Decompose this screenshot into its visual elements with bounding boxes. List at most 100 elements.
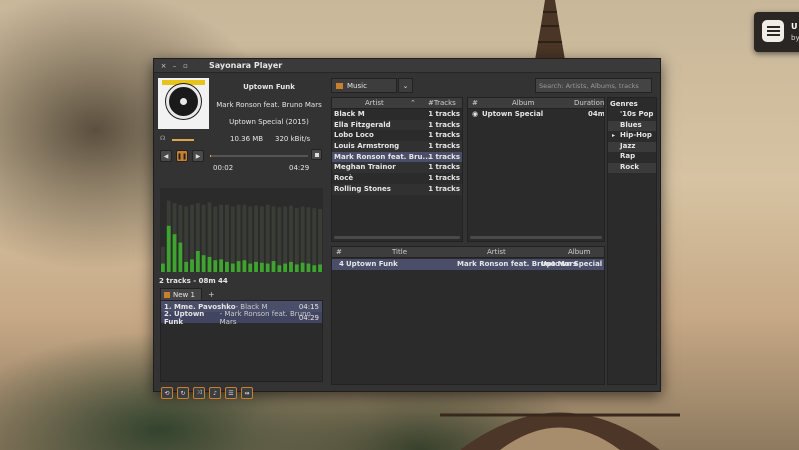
close-icon[interactable]: × (158, 62, 169, 70)
window-title: Sayonara Player (209, 61, 283, 70)
artist-row[interactable]: Lobo Loco 1 tracks (332, 130, 462, 141)
add-playlist-button[interactable]: + (208, 290, 215, 299)
artist-row[interactable]: Rocè 1 tracks (332, 173, 462, 184)
album-column-header[interactable]: Album (512, 99, 534, 107)
repeat-all-button[interactable]: ↻ (177, 387, 189, 399)
track-album: Uptown Special (541, 260, 603, 268)
artist-column-header[interactable]: Artist (365, 99, 384, 107)
repeat-all-icon: ↻ (180, 389, 186, 397)
notification-subtitle: by (791, 34, 799, 42)
track-row[interactable]: 4 Uptown Funk Mark Ronson feat. Bruno Ma… (332, 259, 604, 270)
volume-slider[interactable] (172, 139, 194, 141)
track-number: 4 (339, 260, 344, 268)
album-cover[interactable] (158, 78, 209, 129)
maximize-icon[interactable]: ▫ (180, 62, 191, 70)
playlist-tab-label: New 1 (173, 290, 195, 299)
artist-track-count: 1 tracks (428, 120, 460, 129)
genre-item[interactable]: '10s Pop (608, 110, 656, 121)
previous-button[interactable]: ◀ (160, 150, 172, 162)
artists-pane[interactable]: Artist ⌃ #Tracks Black M1 tracks Ella Fit… (331, 97, 463, 242)
playlist-tab[interactable]: New 1 (160, 288, 202, 300)
tracks-pane[interactable]: # Title Artist Album 4 Uptown Funk Mark … (331, 246, 605, 385)
library-icon (336, 82, 343, 89)
playlist-app-icon (762, 20, 784, 42)
spectrum-peak-bar (230, 206, 235, 272)
track-meta: ☊ 10.36 MB 320 kBit/s (158, 135, 324, 145)
expand-arrow-icon[interactable]: ▸ (612, 132, 615, 139)
tracks-column-header[interactable]: #Tracks (428, 99, 456, 107)
library-source-dropdown[interactable]: ⌄ (398, 78, 413, 93)
player-window: × – ▫ Sayonara Player Uptown Funk Mark R… (153, 58, 661, 399)
genres-header: Genres (610, 100, 638, 108)
shuffle-button[interactable]: ⤨ (193, 387, 205, 399)
genre-label: Rock (620, 162, 640, 171)
spectrum-level-bar (254, 261, 258, 272)
artist-track-count: 1 tracks (428, 163, 460, 172)
playlist-mode-buttons: ⟲ ↻ ⤨ ♪ ☰ ⇹ (161, 387, 253, 399)
artist-column-header[interactable]: Artist (487, 248, 506, 256)
sort-icon[interactable]: ⌃ (410, 99, 416, 107)
album-row[interactable]: ◉ Uptown Special 04m (468, 109, 604, 120)
artist-name: Ella Fitzgerald (334, 120, 391, 129)
gapless-button[interactable]: ⇹ (241, 387, 253, 399)
artist-row[interactable]: Black M 1 tracks (332, 109, 462, 120)
shuffle-icon: ⤨ (196, 389, 202, 396)
artist-row[interactable]: Louis Armstrong 1 tracks (332, 141, 462, 152)
spectrum-visualizer[interactable] (160, 188, 323, 272)
spectrum-level-bar (172, 234, 177, 272)
track-number-header[interactable]: # (336, 248, 342, 256)
repeat-one-icon: ⟲ (164, 389, 170, 397)
genre-item[interactable]: Rap (608, 152, 656, 163)
artist-name: Louis Armstrong (334, 142, 400, 151)
genre-item[interactable]: Rock (608, 162, 656, 173)
playlist-item[interactable]: 2. Uptown Funk - Mark Ronson feat. Bruno… (161, 310, 322, 326)
spectrum-level-bar (294, 264, 299, 272)
artists-scrollbar[interactable] (334, 236, 460, 239)
spectrum-level-bar (166, 225, 171, 272)
genre-item[interactable]: ▸ Hip-Hop (608, 131, 656, 142)
spectrum-level-bar (219, 259, 224, 272)
genres-pane[interactable]: Genres '10s Pop Blues ▸ Hip-Hop Jazz Rap Rock (607, 97, 657, 385)
spectrum-level-bar (178, 242, 183, 272)
library-source-label: Music (347, 81, 367, 90)
chevron-down-icon: ⌄ (402, 81, 409, 90)
spectrum-level-bar (201, 255, 206, 272)
album-number-header[interactable]: # (472, 99, 478, 107)
artist-row[interactable]: Rolling Stones 1 tracks (332, 183, 462, 195)
artist-name: Mark Ronson feat. Bru... (334, 152, 431, 161)
artist-row[interactable]: Meghan Trainor 1 tracks (332, 162, 462, 174)
title-column-header[interactable]: Title (392, 248, 407, 256)
genre-item[interactable]: Jazz (608, 141, 656, 152)
spectrum-level-bar (306, 263, 311, 272)
next-button[interactable]: ▶ (192, 150, 204, 162)
pause-button[interactable]: ❚❚ (176, 150, 188, 162)
spectrum-level-bar (242, 260, 247, 272)
album-column-header[interactable]: Album (568, 248, 590, 256)
append-button[interactable]: ☰ (225, 387, 237, 399)
minimize-icon[interactable]: – (169, 62, 180, 70)
genre-item[interactable]: Blues (608, 120, 656, 131)
repeat-one-button[interactable]: ⟲ (161, 387, 173, 399)
albums-pane[interactable]: # Album Duration ◉ Uptown Special 04m (467, 97, 605, 242)
notification-popup[interactable]: U by (754, 12, 799, 52)
spectrum-level-bar (318, 264, 322, 272)
search-input[interactable]: Search: Artists, Albums, tracks (535, 78, 652, 93)
artist-name: Lobo Loco (334, 131, 374, 140)
stop-button[interactable] (311, 149, 322, 160)
dynamic-playback-button[interactable]: ♪ (209, 387, 221, 399)
albums-scrollbar[interactable] (470, 236, 602, 239)
seek-progress (210, 155, 211, 157)
artist-track-count: 1 tracks (428, 174, 460, 183)
volume-icon[interactable]: ☊ (160, 135, 165, 142)
duration-column-header[interactable]: Duration (574, 99, 604, 107)
seek-slider[interactable] (210, 155, 308, 157)
artist-row[interactable]: Ella Fitzgerald 1 tracks (332, 119, 462, 131)
spectrum-level-bar (312, 265, 317, 272)
artist-row[interactable]: Mark Ronson feat. Bru... 1 tracks (332, 151, 462, 163)
playlist[interactable]: 1. Mme. Pavoshko - Black M 04:15 2. Upto… (160, 300, 323, 382)
library-source-select[interactable]: Music (331, 78, 397, 93)
spectrum-peak-bar (294, 208, 299, 272)
track-album: Uptown Special (2015) (229, 118, 309, 126)
genre-label: Hip-Hop (620, 131, 652, 139)
artist-list: Black M1 tracks Ella Fitzgerald 1 tracks Lo… (332, 109, 462, 195)
